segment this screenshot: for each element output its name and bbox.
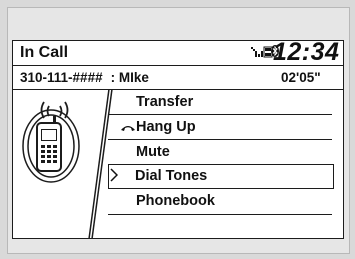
caller-number: 310-111-#### <box>20 70 103 85</box>
graphic-divider <box>88 89 110 238</box>
menu-rule <box>108 214 332 215</box>
menu-item-hang-up[interactable]: Hang Up <box>110 116 333 139</box>
menu-item-label: Dial Tones <box>135 168 208 184</box>
menu-item-label: Mute <box>136 144 170 160</box>
in-call-screen: In Call 12:34 310-111-####: MIke 02'05"… <box>12 40 344 239</box>
menu-rule <box>108 139 332 140</box>
menu-item-label: Phonebook <box>136 193 215 209</box>
caller-name: : MIke <box>110 70 149 85</box>
signal-icon <box>251 47 263 57</box>
call-duration: 02'05" <box>281 70 321 85</box>
menu-item-mute[interactable]: Mute <box>110 141 333 164</box>
header-rule <box>13 65 343 66</box>
cellphone-icon <box>22 109 80 183</box>
menu-item-label: Hang Up <box>136 119 196 135</box>
caller-info: 310-111-#### : MIke <box>20 70 157 85</box>
phone-graphic <box>22 89 113 238</box>
menu-item-phonebook[interactable]: Phonebook <box>110 190 333 213</box>
status-icons <box>251 45 279 63</box>
menu-item-dial-tones[interactable]: Dial Tones <box>108 164 334 189</box>
menu-item-label: Transfer <box>136 94 194 110</box>
screen-title: In Call <box>20 44 69 61</box>
hang-up-icon <box>121 126 135 131</box>
menu-rule <box>108 114 332 115</box>
menu-item-transfer[interactable]: Transfer <box>110 91 333 114</box>
selection-arrow-icon <box>110 168 118 182</box>
clock: 12:34 <box>273 40 340 66</box>
